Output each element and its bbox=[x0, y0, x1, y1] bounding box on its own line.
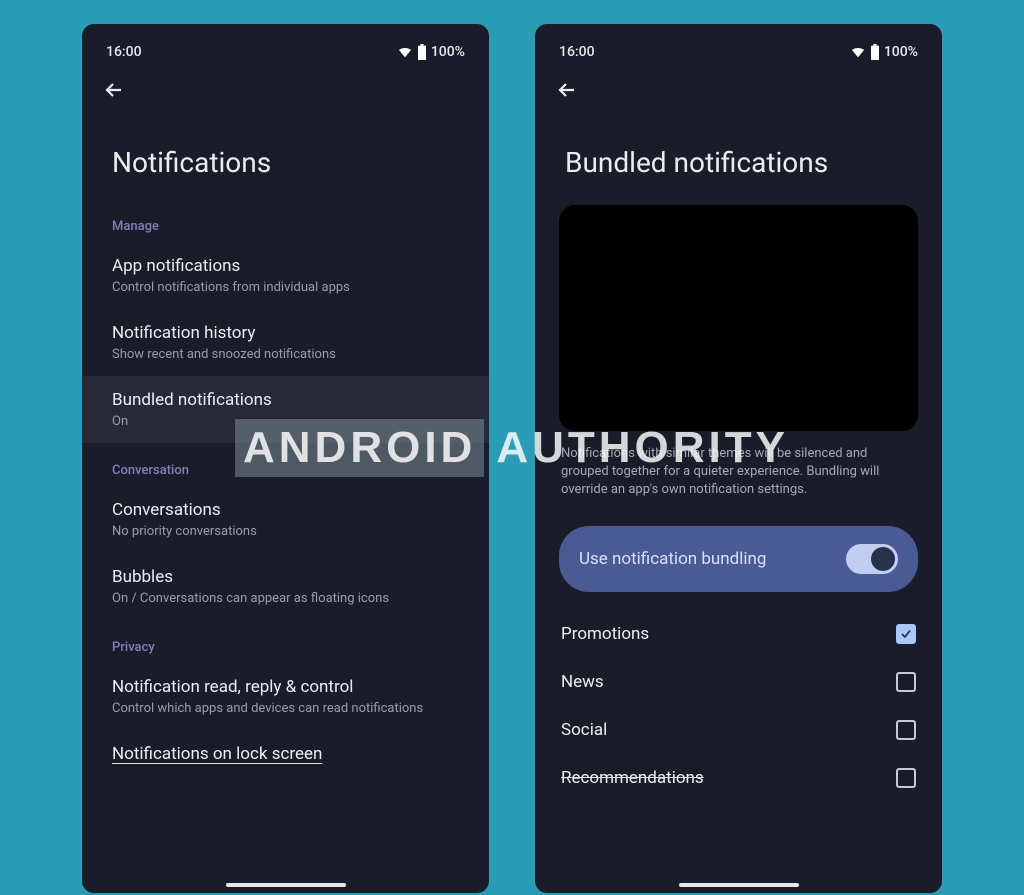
page-title: Bundled notifications bbox=[535, 116, 942, 205]
battery-icon bbox=[417, 44, 427, 60]
checkbox-icon[interactable] bbox=[896, 672, 916, 692]
item-lock-screen[interactable]: Notifications on lock screen bbox=[82, 730, 489, 778]
item-subtitle: On bbox=[112, 414, 459, 429]
item-title: App notifications bbox=[112, 256, 459, 276]
phone-left: 16:00 100% Notifications Manage App noti… bbox=[82, 24, 489, 893]
page-title: Notifications bbox=[82, 116, 489, 205]
item-title: Conversations bbox=[112, 500, 459, 520]
checkbox-icon[interactable] bbox=[896, 720, 916, 740]
back-icon[interactable] bbox=[555, 87, 579, 106]
nav-bar-icon[interactable] bbox=[679, 883, 799, 887]
status-icons: 100% bbox=[397, 44, 465, 60]
preview-placeholder bbox=[559, 205, 918, 431]
status-icons: 100% bbox=[850, 44, 918, 60]
item-subtitle: Show recent and snoozed notifications bbox=[112, 347, 459, 362]
item-app-notifications[interactable]: App notifications Control notifications … bbox=[82, 242, 489, 309]
item-notification-read[interactable]: Notification read, reply & control Contr… bbox=[82, 663, 489, 730]
item-subtitle-cutoff bbox=[112, 768, 459, 776]
item-subtitle: Control notifications from individual ap… bbox=[112, 280, 459, 295]
item-notification-history[interactable]: Notification history Show recent and sno… bbox=[82, 309, 489, 376]
item-title: Notification read, reply & control bbox=[112, 677, 459, 697]
status-time: 16:00 bbox=[106, 44, 142, 60]
category-recommendations[interactable]: Recommendations bbox=[535, 754, 942, 794]
category-social[interactable]: Social bbox=[535, 706, 942, 754]
switch-icon[interactable] bbox=[846, 544, 898, 574]
status-time: 16:00 bbox=[559, 44, 595, 60]
nav-bar-icon[interactable] bbox=[226, 883, 346, 887]
battery-icon bbox=[870, 44, 880, 60]
status-bar: 16:00 100% bbox=[535, 24, 942, 70]
item-title: Bundled notifications bbox=[112, 390, 459, 410]
description-text: Notifications with similar themes will b… bbox=[535, 431, 942, 510]
item-subtitle: On / Conversations can appear as floatin… bbox=[112, 591, 459, 606]
status-battery-percent: 100% bbox=[431, 44, 465, 60]
category-label: Recommendations bbox=[561, 768, 704, 788]
phone-right: 16:00 100% Bundled notifications Notific… bbox=[535, 24, 942, 893]
item-subtitle: No priority conversations bbox=[112, 524, 459, 539]
item-title: Notifications on lock screen bbox=[112, 744, 459, 764]
section-header-privacy: Privacy bbox=[82, 626, 489, 663]
wifi-icon bbox=[397, 44, 413, 60]
category-promotions[interactable]: Promotions bbox=[535, 610, 942, 658]
category-label: Promotions bbox=[561, 624, 649, 644]
item-title: Bubbles bbox=[112, 567, 459, 587]
wifi-icon bbox=[850, 44, 866, 60]
toggle-label: Use notification bundling bbox=[579, 549, 766, 569]
checkbox-checked-icon[interactable] bbox=[896, 624, 916, 644]
item-conversations[interactable]: Conversations No priority conversations bbox=[82, 486, 489, 553]
checkbox-icon[interactable] bbox=[896, 768, 916, 788]
category-label: News bbox=[561, 672, 604, 692]
status-battery-percent: 100% bbox=[884, 44, 918, 60]
category-label: Social bbox=[561, 720, 607, 740]
back-icon[interactable] bbox=[102, 87, 126, 106]
item-bundled-notifications[interactable]: Bundled notifications On bbox=[82, 376, 489, 443]
status-bar: 16:00 100% bbox=[82, 24, 489, 70]
section-header-conversation: Conversation bbox=[82, 449, 489, 486]
item-bubbles[interactable]: Bubbles On / Conversations can appear as… bbox=[82, 553, 489, 620]
item-title: Notification history bbox=[112, 323, 459, 343]
item-subtitle: Control which apps and devices can read … bbox=[112, 701, 459, 716]
category-news[interactable]: News bbox=[535, 658, 942, 706]
toggle-notification-bundling[interactable]: Use notification bundling bbox=[559, 526, 918, 592]
section-header-manage: Manage bbox=[82, 205, 489, 242]
